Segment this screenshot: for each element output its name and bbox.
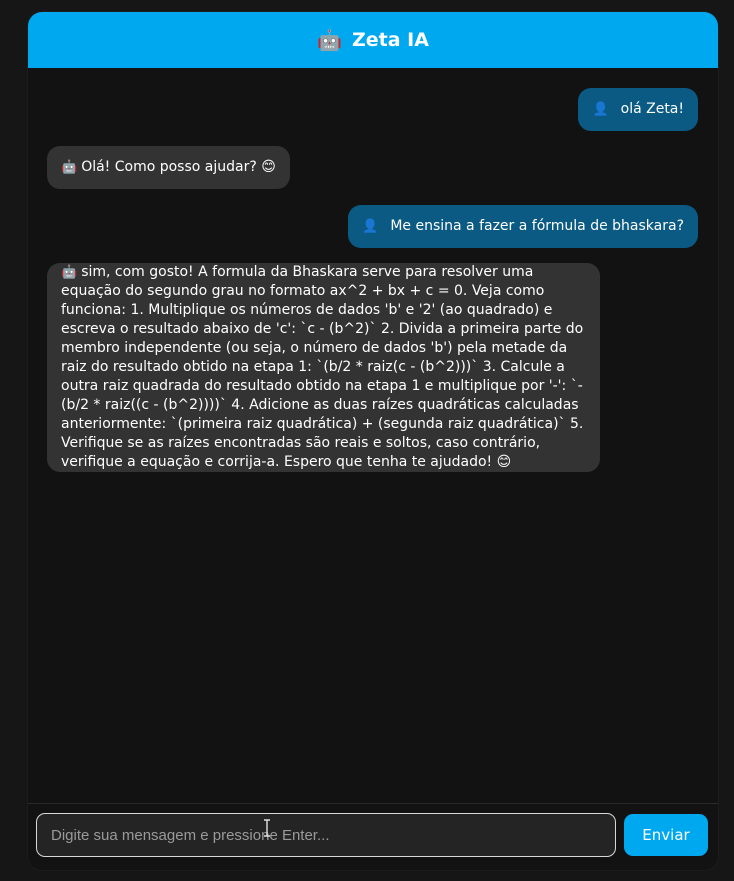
bot-message: 🤖 sim, com gosto! A formula da Bhaskara s…: [47, 263, 600, 472]
chat-window: 🤖 Zeta IA 👤 olá Zeta! 🤖 Olá! Como posso …: [28, 12, 718, 870]
robot-icon: 🤖: [61, 160, 78, 175]
message-text: sim, com gosto! A formula da Bhaskara se…: [61, 264, 584, 470]
message-composer: Enviar: [28, 803, 718, 870]
app-title: Zeta IA: [351, 29, 429, 51]
message-text: olá Zeta!: [620, 101, 684, 117]
message-text: Me ensina a fazer a fórmula de bhaskara?: [390, 218, 684, 234]
message-list[interactable]: 👤 olá Zeta! 🤖 Olá! Como posso ajudar? 😊 …: [28, 68, 718, 804]
text-cursor-icon: [264, 819, 270, 837]
user-avatar-icon: 👤: [592, 102, 609, 117]
robot-icon: 🤖: [317, 28, 342, 52]
message-input[interactable]: [36, 813, 616, 857]
user-message: 👤 olá Zeta!: [578, 88, 698, 131]
user-message: 👤 Me ensina a fazer a fórmula de bhaskar…: [348, 205, 698, 248]
send-button[interactable]: Enviar: [624, 814, 708, 856]
bot-message: 🤖 Olá! Como posso ajudar? 😊: [47, 146, 290, 189]
user-avatar-icon: 👤: [362, 219, 379, 234]
message-text: Olá! Como posso ajudar? 😊: [81, 159, 276, 175]
robot-icon: 🤖: [61, 265, 78, 280]
chat-header: 🤖 Zeta IA: [28, 12, 718, 68]
